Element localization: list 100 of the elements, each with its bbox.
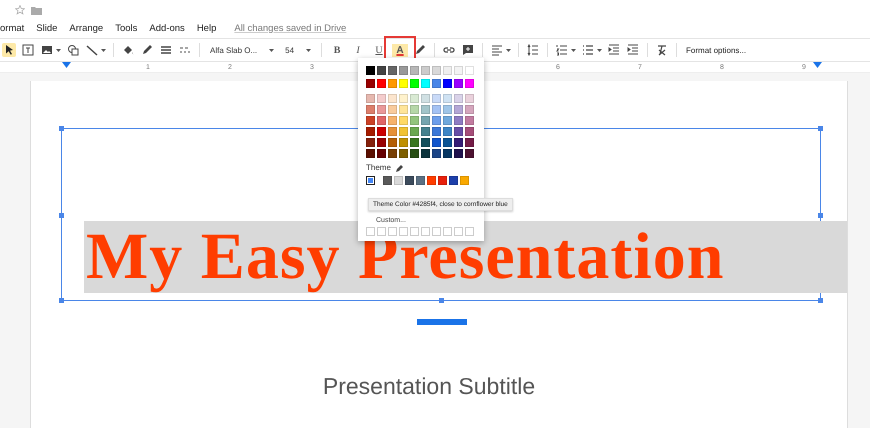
- numbered-list-button[interactable]: [555, 43, 570, 57]
- color-swatch[interactable]: [454, 149, 463, 158]
- indent-marker-icon[interactable]: [62, 62, 71, 68]
- color-swatch[interactable]: [377, 94, 386, 103]
- dropdown[interactable]: Alfa Slab O...: [207, 44, 278, 56]
- color-swatch[interactable]: [399, 149, 408, 158]
- cursor-button[interactable]: [2, 43, 16, 57]
- indent-marker-icon[interactable]: [813, 62, 822, 68]
- color-swatch[interactable]: [454, 79, 463, 88]
- color-swatch[interactable]: [399, 66, 408, 75]
- color-swatch[interactable]: [388, 138, 397, 147]
- caret-icon[interactable]: [101, 48, 106, 52]
- caret-icon[interactable]: [56, 48, 61, 52]
- color-swatch[interactable]: [410, 66, 419, 75]
- color-swatch[interactable]: [465, 116, 474, 125]
- color-swatch[interactable]: [366, 94, 375, 103]
- save-status[interactable]: All changes saved in Drive: [234, 22, 346, 34]
- color-swatch[interactable]: [377, 105, 386, 114]
- menu-item[interactable]: ormat: [0, 22, 24, 34]
- color-swatch[interactable]: [410, 127, 419, 136]
- color-swatch[interactable]: [410, 138, 419, 147]
- line-spacing-button[interactable]: [526, 43, 540, 57]
- color-swatch[interactable]: [443, 127, 452, 136]
- color-swatch[interactable]: [399, 116, 408, 125]
- caret-icon[interactable]: [506, 48, 512, 52]
- color-swatch[interactable]: [432, 116, 441, 125]
- bold-button[interactable]: B: [329, 44, 346, 56]
- color-swatch[interactable]: [399, 127, 408, 136]
- color-swatch[interactable]: [432, 79, 441, 88]
- color-swatch[interactable]: [377, 116, 386, 125]
- color-swatch[interactable]: [421, 138, 430, 147]
- indent-button[interactable]: [607, 43, 622, 57]
- color-swatch[interactable]: [377, 66, 386, 75]
- format-options-button[interactable]: Format options...: [684, 44, 748, 56]
- color-swatch[interactable]: [388, 94, 397, 103]
- color-swatch[interactable]: [399, 94, 408, 103]
- menu-item[interactable]: Arrange: [69, 22, 104, 34]
- color-swatch[interactable]: [432, 94, 441, 103]
- text-box-button[interactable]: [21, 43, 35, 57]
- color-swatch[interactable]: [366, 127, 375, 136]
- color-swatch[interactable]: [454, 105, 463, 114]
- color-swatch[interactable]: [454, 127, 463, 136]
- color-swatch[interactable]: [410, 149, 419, 158]
- color-swatch[interactable]: [410, 94, 419, 103]
- color-swatch[interactable]: [465, 105, 474, 114]
- color-swatch[interactable]: [465, 138, 474, 147]
- color-swatch[interactable]: [421, 116, 430, 125]
- color-swatch[interactable]: [443, 66, 452, 75]
- indent-button[interactable]: [626, 43, 640, 57]
- color-swatch[interactable]: [388, 105, 397, 114]
- color-swatch[interactable]: [377, 138, 386, 147]
- color-swatch[interactable]: [366, 116, 375, 125]
- color-swatch[interactable]: [454, 66, 463, 75]
- color-swatch[interactable]: [399, 105, 408, 114]
- color-swatch[interactable]: [443, 116, 452, 125]
- pen-icon[interactable]: [396, 164, 404, 172]
- image-button[interactable]: [40, 43, 54, 57]
- comment-button[interactable]: [461, 43, 476, 57]
- pen-button[interactable]: [140, 43, 154, 57]
- color-swatch[interactable]: [399, 138, 408, 147]
- caret-icon[interactable]: [597, 48, 602, 52]
- color-swatch[interactable]: [443, 138, 452, 147]
- color-swatch[interactable]: [399, 79, 408, 88]
- shape-button[interactable]: [66, 43, 80, 57]
- color-swatch[interactable]: [377, 149, 386, 158]
- color-swatch[interactable]: [388, 116, 397, 125]
- color-swatch[interactable]: [410, 79, 419, 88]
- color-swatch[interactable]: [432, 66, 441, 75]
- color-swatch[interactable]: [366, 138, 375, 147]
- star-icon[interactable]: [15, 5, 25, 15]
- color-swatch[interactable]: [421, 66, 430, 75]
- slide-subtitle[interactable]: Presentation Subtitle: [31, 373, 827, 400]
- color-swatch[interactable]: [443, 105, 452, 114]
- color-swatch[interactable]: [454, 138, 463, 147]
- color-swatch[interactable]: [432, 138, 441, 147]
- pen-button[interactable]: [413, 43, 428, 57]
- color-swatch[interactable]: [410, 116, 419, 125]
- color-swatch[interactable]: [421, 105, 430, 114]
- color-swatch[interactable]: [377, 79, 386, 88]
- color-swatch[interactable]: [421, 127, 430, 136]
- theme-color-swatch[interactable]: [366, 176, 375, 185]
- color-swatch[interactable]: [454, 116, 463, 125]
- color-swatch[interactable]: [366, 105, 375, 114]
- color-swatch[interactable]: [366, 149, 375, 158]
- color-swatch[interactable]: [465, 94, 474, 103]
- color-swatch[interactable]: [465, 66, 474, 75]
- color-swatch[interactable]: [432, 127, 441, 136]
- color-swatch[interactable]: [388, 127, 397, 136]
- color-swatch[interactable]: [465, 149, 474, 158]
- text-color-button[interactable]: A: [392, 44, 408, 56]
- color-swatch[interactable]: [366, 66, 375, 75]
- color-swatch[interactable]: [421, 149, 430, 158]
- caret-icon[interactable]: [571, 48, 576, 52]
- color-swatch[interactable]: [443, 94, 452, 103]
- color-swatch[interactable]: [421, 94, 430, 103]
- menu-item[interactable]: Tools: [115, 22, 138, 34]
- color-swatch[interactable]: [443, 79, 452, 88]
- underline-button[interactable]: U: [371, 44, 388, 56]
- color-swatch[interactable]: [366, 79, 375, 88]
- color-swatch[interactable]: [454, 94, 463, 103]
